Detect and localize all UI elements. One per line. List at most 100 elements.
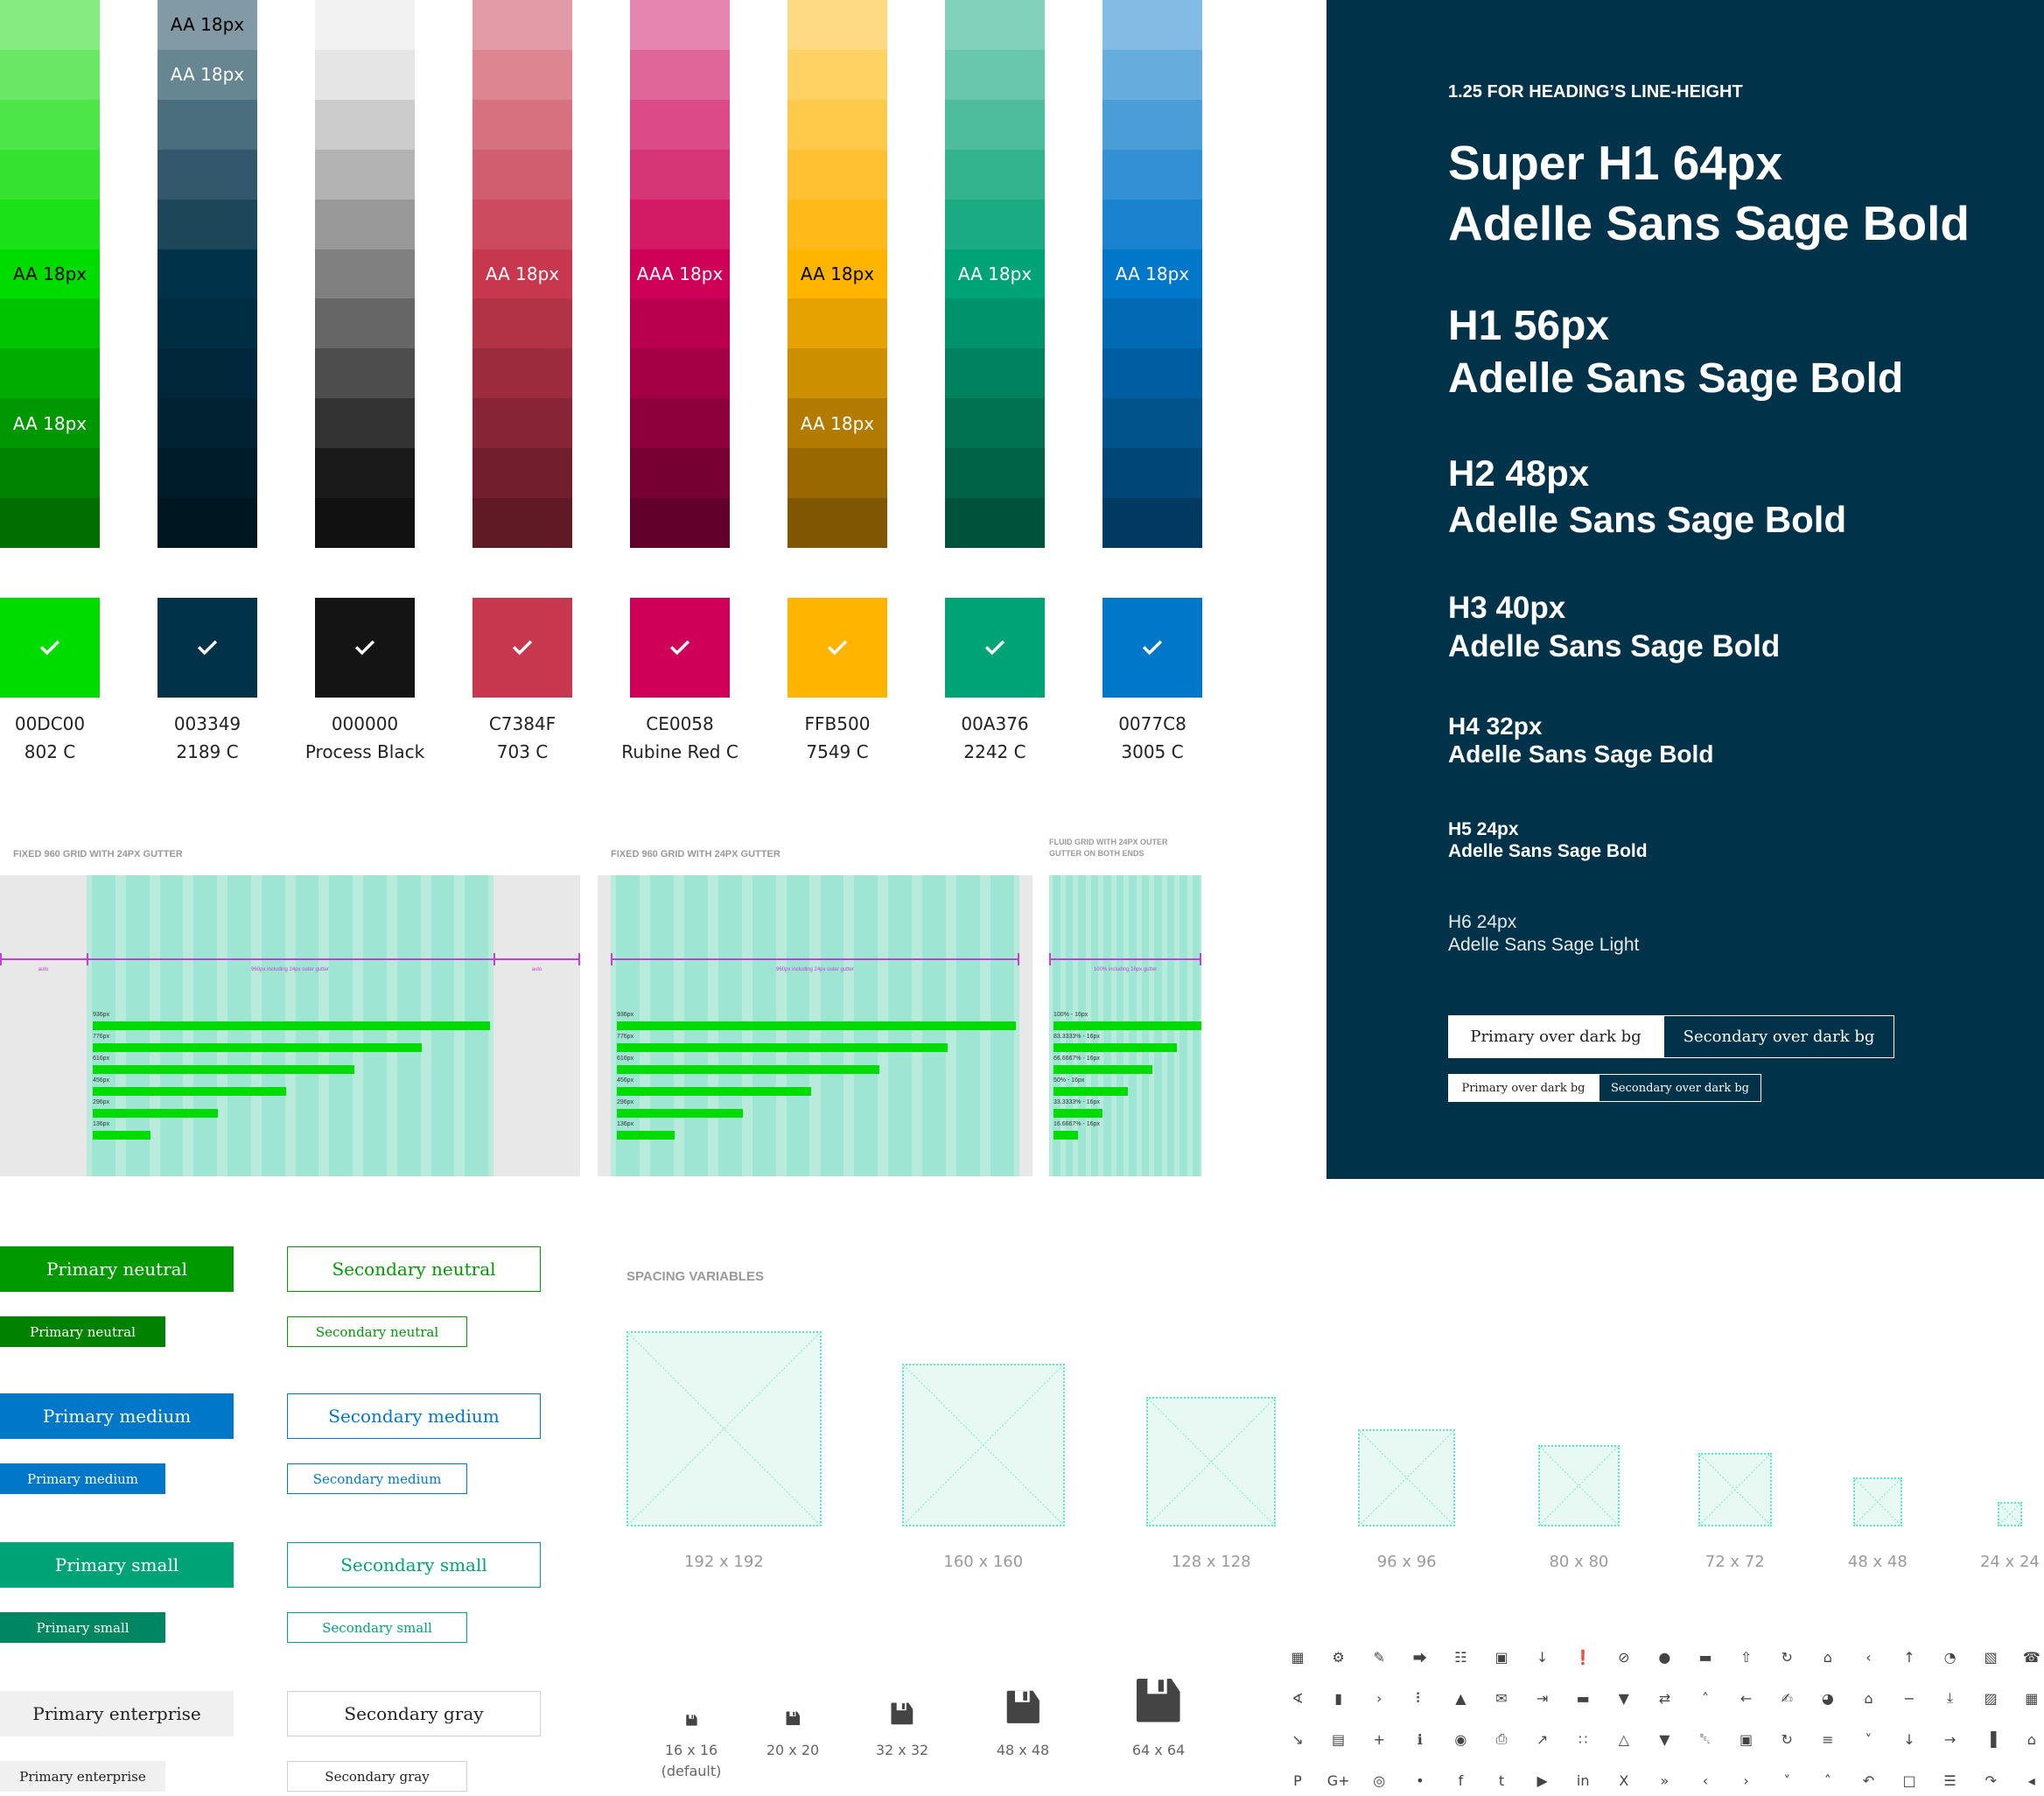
info-icon[interactable]: ℹ xyxy=(1404,1723,1436,1755)
secondary-button-small[interactable]: Secondary medium xyxy=(287,1463,467,1494)
document-icon[interactable]: ☰ xyxy=(1935,1764,1966,1796)
secondary-button-large[interactable]: Secondary medium xyxy=(287,1393,541,1439)
chat-icon[interactable]: ▬ xyxy=(1690,1641,1721,1673)
spinner-icon[interactable]: ◔ xyxy=(1935,1641,1966,1673)
undo-icon[interactable]: ↶ xyxy=(1852,1764,1884,1796)
caret-left-icon[interactable]: ◂ xyxy=(2016,1764,2044,1796)
unlock-icon[interactable]: △ xyxy=(1608,1723,1640,1755)
secondary-over-dark-button-small[interactable]: Secondary over dark bg xyxy=(1599,1074,1761,1102)
block-icon[interactable]: ⊘ xyxy=(1608,1641,1640,1673)
map-pin-icon[interactable]: ▼ xyxy=(1648,1723,1680,1755)
mail-icon[interactable]: ✉ xyxy=(1486,1682,1517,1714)
user-icon[interactable]: ● xyxy=(1648,1641,1680,1673)
small-chevron-left-icon[interactable]: ‹ xyxy=(1690,1764,1721,1796)
share-icon[interactable]: ⮕ xyxy=(1404,1641,1436,1673)
redo-circle-icon[interactable]: ↻ xyxy=(1771,1723,1802,1755)
secondary-button-small[interactable]: Secondary small xyxy=(287,1612,467,1643)
secondary-button-large[interactable]: Secondary gray xyxy=(287,1691,541,1736)
credit-card-icon[interactable]: ▬ xyxy=(1567,1682,1599,1714)
sliders-icon[interactable]: ≡ xyxy=(1812,1723,1844,1755)
secondary-button-large[interactable]: Secondary neutral xyxy=(287,1246,541,1292)
minus-icon[interactable]: − xyxy=(1894,1682,1925,1714)
store-icon[interactable]: ⌂ xyxy=(1852,1682,1884,1714)
pie-chart-icon[interactable]: ◕ xyxy=(1812,1682,1844,1714)
upload-box-icon[interactable]: ⇧ xyxy=(1731,1641,1762,1673)
chevron-down-icon[interactable]: ˅ xyxy=(1852,1723,1884,1755)
copy-icon[interactable]: ▣ xyxy=(1486,1641,1517,1673)
redo-icon[interactable]: ↷ xyxy=(1975,1764,2006,1796)
sign-out-icon[interactable]: ⇥ xyxy=(1527,1682,1558,1714)
xing-icon[interactable]: X xyxy=(1608,1764,1640,1796)
secondary-button-small[interactable]: Secondary gray xyxy=(287,1761,467,1792)
bell-icon[interactable]: ␇ xyxy=(1690,1723,1721,1755)
paperclip-icon[interactable]: ∢ xyxy=(1282,1682,1313,1714)
external-link-icon[interactable]: ↗ xyxy=(1527,1723,1558,1755)
refresh-icon[interactable]: ↻ xyxy=(1771,1641,1802,1673)
arrow-left-icon[interactable]: ← xyxy=(1731,1682,1762,1714)
small-chevron-up-icon[interactable]: ˄ xyxy=(1812,1764,1844,1796)
tumblr-icon[interactable]: t xyxy=(1486,1764,1517,1796)
basket-icon[interactable]: ⌂ xyxy=(1812,1641,1844,1673)
chevron-right-icon[interactable]: › xyxy=(1363,1682,1395,1714)
briefcase-icon[interactable]: ▤ xyxy=(1323,1723,1354,1755)
table-icon[interactable]: ▦ xyxy=(2016,1682,2044,1714)
pinterest-icon[interactable]: P xyxy=(1282,1764,1313,1796)
small-chevron-right-icon[interactable]: › xyxy=(1731,1764,1762,1796)
shuffle-icon[interactable]: ⇄ xyxy=(1648,1682,1680,1714)
file-icon[interactable]: □ xyxy=(1894,1764,1925,1796)
calendar-icon[interactable]: ▦ xyxy=(1282,1641,1313,1673)
primary-button-large[interactable]: Primary neutral xyxy=(0,1246,234,1292)
arrow-down-icon[interactable]: ↓ xyxy=(1894,1723,1925,1755)
pencil-icon[interactable]: ✎ xyxy=(1363,1641,1395,1673)
primary-button-small[interactable]: Primary neutral xyxy=(0,1316,165,1347)
alert-circle-icon[interactable]: ❗ xyxy=(1567,1641,1599,1673)
primary-button-large[interactable]: Primary enterprise xyxy=(0,1691,234,1736)
save-icon[interactable]: ▣ xyxy=(1731,1723,1762,1755)
secondary-button-small[interactable]: Secondary neutral xyxy=(287,1316,467,1347)
primary-over-dark-button-small[interactable]: Primary over dark bg xyxy=(1448,1074,1599,1102)
lock-icon[interactable]: ▲ xyxy=(1445,1682,1476,1714)
color-swatch-green[interactable] xyxy=(0,598,100,698)
color-swatch-gray[interactable] xyxy=(315,598,415,698)
primary-button-small[interactable]: Primary small xyxy=(0,1612,165,1643)
instagram-icon[interactable]: ◎ xyxy=(1363,1764,1395,1796)
filter-icon[interactable]: ▼ xyxy=(1608,1682,1640,1714)
twitter-icon[interactable]: • xyxy=(1404,1764,1436,1796)
gear-icon[interactable]: ⚙ xyxy=(1323,1641,1354,1673)
google-plus-icon[interactable]: G+ xyxy=(1323,1764,1354,1796)
secondary-button-large[interactable]: Secondary small xyxy=(287,1542,541,1588)
primary-button-large[interactable]: Primary small xyxy=(0,1542,234,1588)
color-swatch-blue[interactable] xyxy=(1102,598,1202,698)
primary-button-small[interactable]: Primary medium xyxy=(0,1463,165,1494)
arrow-right-circle-icon[interactable]: → xyxy=(1935,1723,1966,1755)
edit-square-icon[interactable]: ✍ xyxy=(1771,1682,1802,1714)
dots-grid-icon[interactable]: ∷ xyxy=(1567,1723,1599,1755)
double-chevron-right-icon[interactable]: » xyxy=(1648,1764,1680,1796)
arrow-down-small-icon[interactable]: ↓ xyxy=(1527,1641,1558,1673)
line-chart-icon[interactable]: ↘ xyxy=(1282,1723,1313,1755)
home-icon[interactable]: ⌂ xyxy=(2016,1723,2044,1755)
comments-icon[interactable]: ☷ xyxy=(1445,1641,1476,1673)
facebook-icon[interactable]: f xyxy=(1445,1764,1476,1796)
primary-button-small[interactable]: Primary enterprise xyxy=(0,1761,165,1792)
chevron-up-icon[interactable]: ˄ xyxy=(1690,1682,1721,1714)
color-swatch-yellow[interactable] xyxy=(788,598,887,698)
color-swatch-rubine[interactable] xyxy=(630,598,730,698)
camera-icon[interactable]: ◉ xyxy=(1445,1723,1476,1755)
download-icon[interactable]: ⤓ xyxy=(1935,1682,1966,1714)
bar-chart-icon[interactable]: ▐ xyxy=(1975,1723,2006,1755)
no-image-icon[interactable]: ▧ xyxy=(1975,1641,2006,1673)
color-swatch-red[interactable] xyxy=(472,598,572,698)
primary-over-dark-button-large[interactable]: Primary over dark bg xyxy=(1448,1015,1663,1058)
linkedin-icon[interactable]: in xyxy=(1567,1764,1599,1796)
youtube-icon[interactable]: ▶ xyxy=(1527,1764,1558,1796)
color-swatch-teal[interactable] xyxy=(945,598,1045,698)
color-swatch-navy[interactable] xyxy=(158,598,257,698)
small-chevron-down-icon[interactable]: ˅ xyxy=(1771,1764,1802,1796)
drag-handle-icon[interactable]: ⠇ xyxy=(1404,1682,1436,1714)
phone-icon[interactable]: ☎ xyxy=(2016,1641,2044,1673)
secondary-over-dark-button-large[interactable]: Secondary over dark bg xyxy=(1663,1015,1894,1058)
chevron-left-icon[interactable]: ‹ xyxy=(1852,1641,1884,1673)
trash-icon[interactable]: ▮ xyxy=(1323,1682,1354,1714)
primary-button-large[interactable]: Primary medium xyxy=(0,1393,234,1439)
